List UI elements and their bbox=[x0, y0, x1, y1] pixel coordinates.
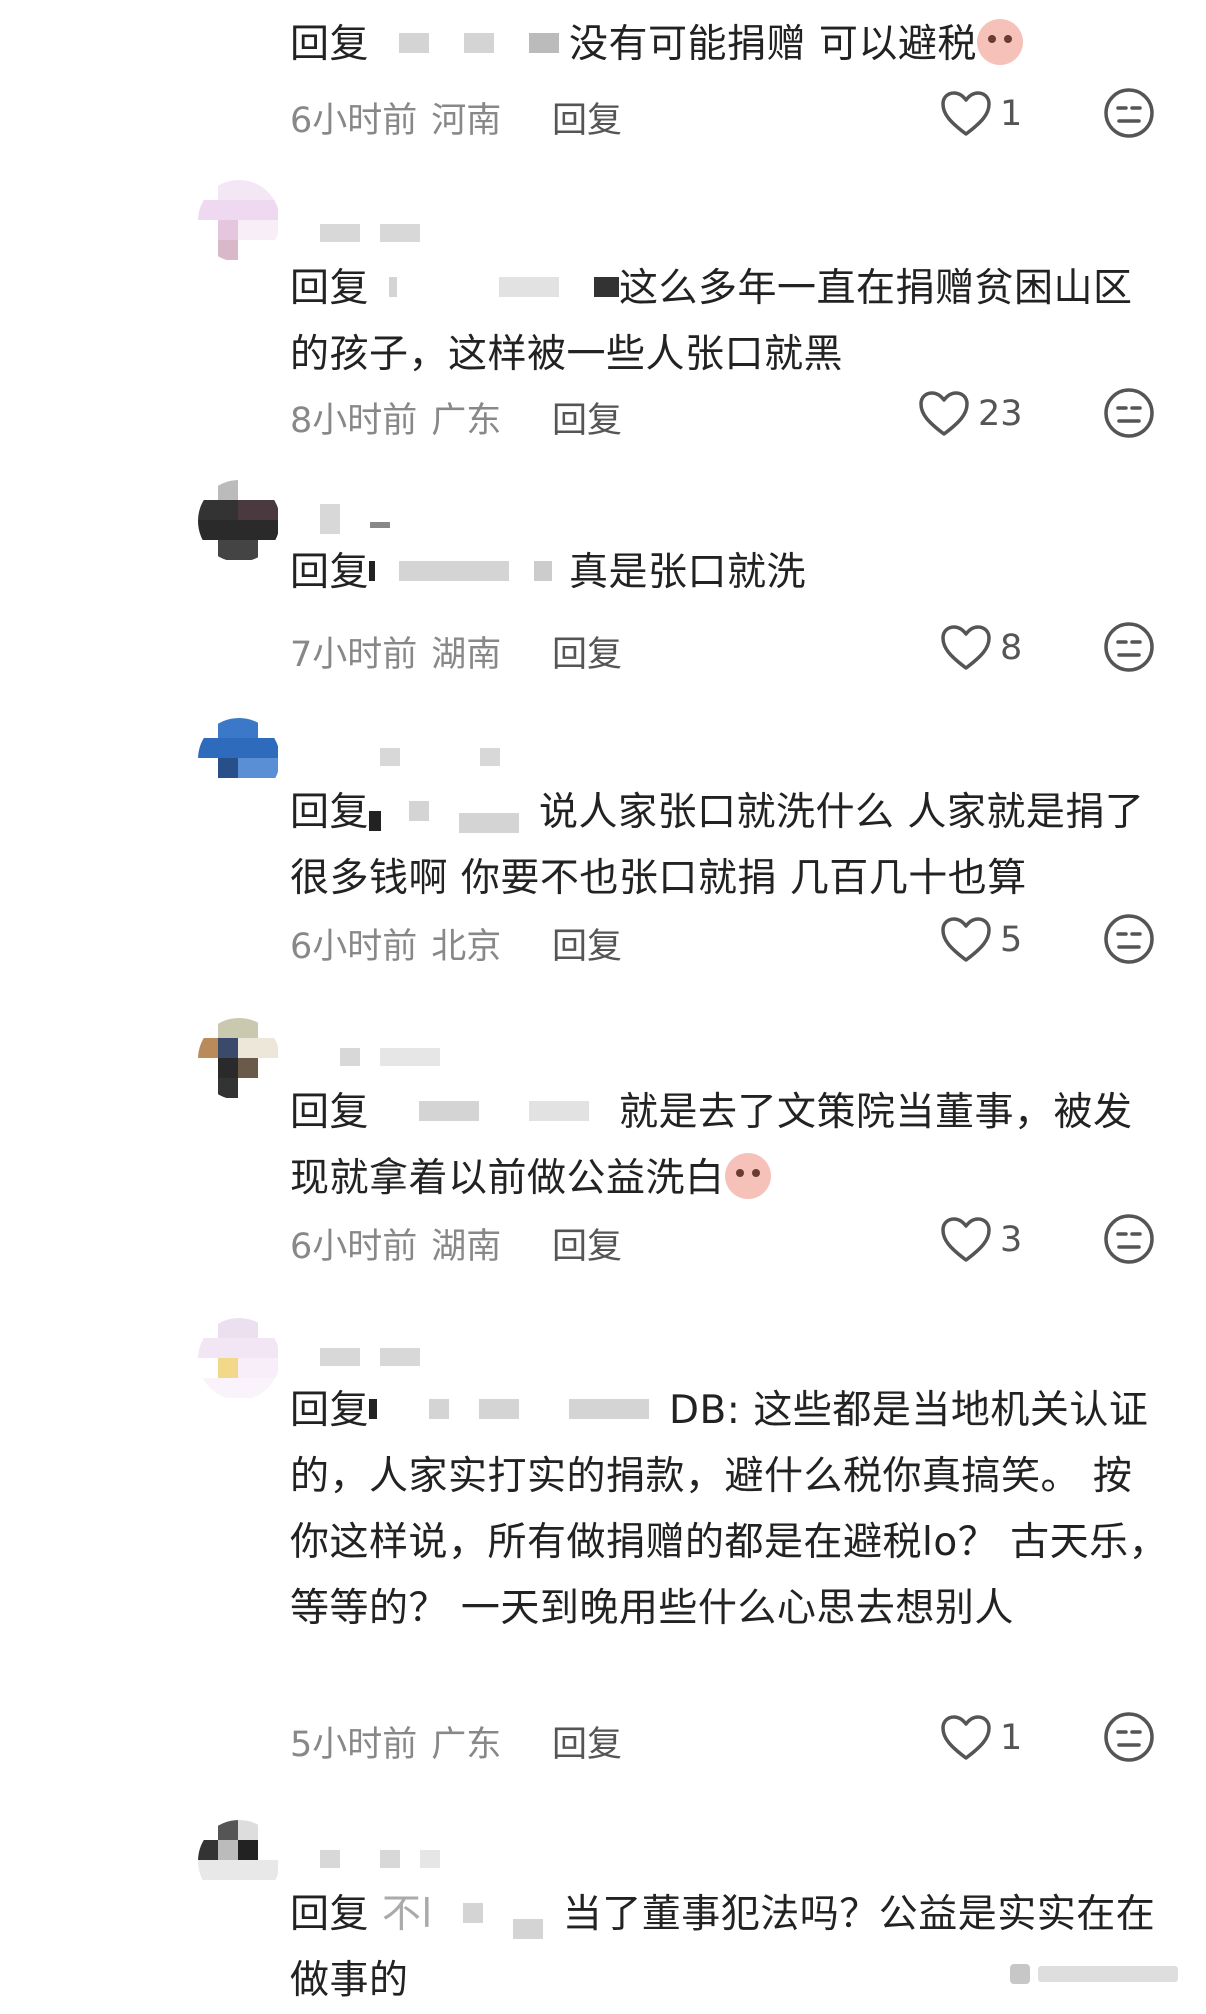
like-count: 23 bbox=[978, 394, 1023, 434]
reply-prefix: 回复 bbox=[290, 1388, 370, 1433]
reply-button[interactable]: 回复 bbox=[552, 392, 622, 443]
comment-text: 回复 不l 当了董事犯法吗？公益是实实在在做事的 bbox=[290, 1882, 1170, 2014]
like-button[interactable]: 1 bbox=[940, 84, 1090, 144]
comment-text: 回复 没有可能捐赠 可以避税 bbox=[290, 12, 1170, 78]
like-button[interactable]: 8 bbox=[940, 618, 1090, 678]
heart-outline-icon bbox=[941, 1217, 991, 1262]
blush-emoji bbox=[976, 19, 1023, 65]
heart-outline-icon bbox=[941, 917, 991, 962]
comment-time: 6小时前 河南 bbox=[290, 101, 502, 141]
comment-meta: 7小时前 湖南 回复 8 bbox=[290, 618, 1170, 678]
comment-meta: 5小时前 广东 回复 1 bbox=[290, 1708, 1170, 1768]
reaction-button[interactable] bbox=[1102, 620, 1156, 683]
comment-location: 河南 bbox=[431, 101, 502, 141]
comment-time: 5小时前 广东 bbox=[290, 1725, 502, 1765]
mention-redacted[interactable] bbox=[369, 267, 620, 307]
comment-location: 北京 bbox=[431, 927, 502, 967]
like-count: 1 bbox=[1000, 94, 1023, 134]
comment-meta: 8小时前 广东 回复 23 bbox=[290, 384, 1170, 444]
neutral-face-icon bbox=[1104, 1214, 1154, 1264]
comment-time: 6小时前 湖南 bbox=[290, 1227, 502, 1267]
comment-meta: 6小时前 北京 回复 5 bbox=[290, 910, 1170, 970]
reaction-button[interactable] bbox=[1102, 86, 1156, 149]
like-count: 8 bbox=[1000, 628, 1023, 668]
like-button[interactable]: 5 bbox=[940, 910, 1090, 970]
comment-text: 回复 DB: 这些都是当地机关认证的，人家实打实的捐款，避什么税你真搞笑。 按你这… bbox=[290, 1378, 1170, 1642]
reply-prefix: 回复 bbox=[290, 550, 370, 595]
comment-text: 回复 这么多年一直在捐赠贫困山区的孩子，这样被一些人张口就黑 bbox=[290, 256, 1170, 388]
reply-prefix: 回复 bbox=[290, 1892, 370, 1937]
comment-time: 8小时前 广东 bbox=[290, 401, 502, 441]
avatar[interactable] bbox=[198, 1820, 280, 1902]
like-count: 3 bbox=[1000, 1220, 1023, 1260]
neutral-face-icon bbox=[1104, 88, 1154, 138]
comment-location: 湖南 bbox=[431, 635, 502, 675]
heart-outline-icon bbox=[941, 625, 991, 670]
reply-button[interactable]: 回复 bbox=[552, 626, 622, 677]
mention-partial[interactable]: 不l bbox=[382, 1892, 433, 1937]
like-count: 1 bbox=[1000, 1718, 1023, 1758]
neutral-face-icon bbox=[1104, 622, 1154, 672]
comment-list: 回复 没有可能捐赠 可以避税 6小时前 河南 回复 1 回复这么多年一直在捐赠贫… bbox=[0, 0, 1206, 2003]
reply-prefix: 回复 bbox=[290, 790, 370, 835]
neutral-face-icon bbox=[1104, 388, 1154, 438]
comment-location: 广东 bbox=[431, 1725, 502, 1765]
avatar[interactable] bbox=[198, 1318, 280, 1400]
mention-redacted[interactable] bbox=[369, 1389, 669, 1429]
comment-location: 湖南 bbox=[431, 1227, 502, 1267]
reaction-button[interactable] bbox=[1102, 386, 1156, 449]
like-button[interactable]: 23 bbox=[918, 384, 1068, 444]
neutral-face-icon bbox=[1104, 1712, 1154, 1762]
heart-outline-icon bbox=[919, 391, 969, 436]
mention-redacted[interactable] bbox=[369, 23, 569, 63]
like-count: 5 bbox=[1000, 920, 1023, 960]
watermark-logo bbox=[1010, 1964, 1178, 1984]
reaction-button[interactable] bbox=[1102, 912, 1156, 975]
heart-outline-icon bbox=[941, 91, 991, 136]
avatar[interactable] bbox=[198, 718, 280, 800]
comment-text: 回复 真是张口就洗 bbox=[290, 540, 1170, 606]
avatar[interactable] bbox=[198, 480, 280, 562]
reaction-button[interactable] bbox=[1102, 1212, 1156, 1275]
avatar[interactable] bbox=[198, 1018, 280, 1100]
reply-button[interactable]: 回复 bbox=[552, 918, 622, 969]
mention-redacted[interactable] bbox=[433, 1893, 563, 1939]
comment-body: 真是张口就洗 bbox=[569, 550, 807, 595]
mention-redacted[interactable] bbox=[369, 1091, 619, 1131]
comment-body: 没有可能捐赠 可以避税 bbox=[569, 22, 977, 67]
reply-button[interactable]: 回复 bbox=[552, 1716, 622, 1767]
comment-text: 回复 就是去了文策院当董事，被发现就拿着以前做公益洗白 bbox=[290, 1080, 1170, 1212]
mention-redacted[interactable] bbox=[369, 551, 569, 591]
reply-button[interactable]: 回复 bbox=[552, 92, 622, 143]
reply-prefix: 回复 bbox=[290, 22, 370, 67]
mention-redacted[interactable] bbox=[369, 791, 539, 833]
comment-time: 6小时前 北京 bbox=[290, 927, 502, 967]
like-button[interactable]: 1 bbox=[940, 1708, 1090, 1768]
avatar[interactable] bbox=[198, 180, 280, 262]
reply-button[interactable]: 回复 bbox=[552, 1218, 622, 1269]
comment-meta: 6小时前 河南 回复 1 bbox=[290, 84, 1170, 144]
reply-prefix: 回复 bbox=[290, 266, 370, 311]
thinking-emoji bbox=[724, 1153, 771, 1199]
avatar[interactable] bbox=[198, 0, 280, 10]
neutral-face-icon bbox=[1104, 914, 1154, 964]
heart-outline-icon bbox=[941, 1715, 991, 1760]
reaction-button[interactable] bbox=[1102, 1710, 1156, 1773]
like-button[interactable]: 3 bbox=[940, 1210, 1090, 1270]
comment-meta: 6小时前 湖南 回复 3 bbox=[290, 1210, 1170, 1270]
comment-time: 7小时前 湖南 bbox=[290, 635, 502, 675]
comment-location: 广东 bbox=[431, 401, 502, 441]
reply-prefix: 回复 bbox=[290, 1090, 370, 1135]
comment-text: 回复 说人家张口就洗什么 人家就是捐了很多钱啊 你要不也张口就捐 几百几十也算 bbox=[290, 780, 1170, 912]
